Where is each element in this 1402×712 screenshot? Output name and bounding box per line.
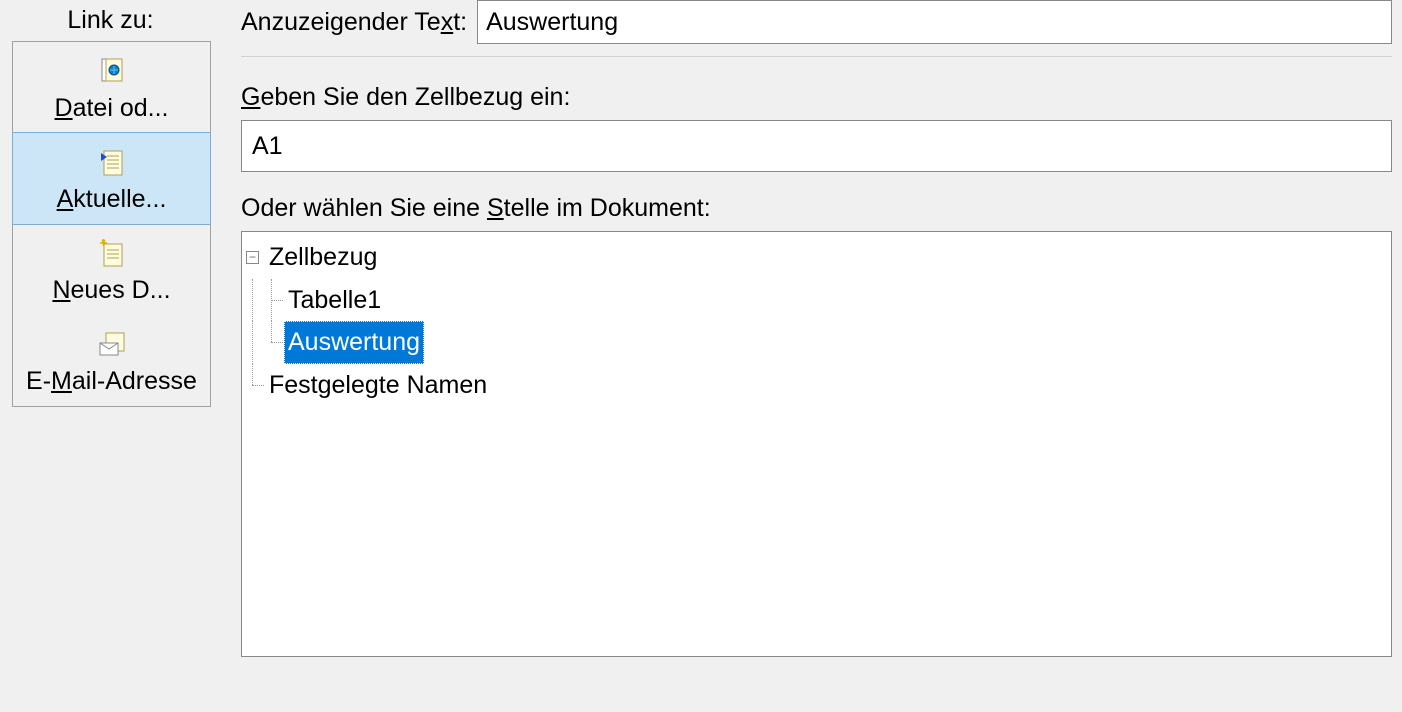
tree-collapse-icon[interactable]: − xyxy=(246,251,259,264)
tree-child-label[interactable]: Auswertung xyxy=(284,321,424,364)
tree-child-label[interactable]: Tabelle1 xyxy=(284,279,385,322)
select-place-label: Oder wählen Sie eine Stelle im Dokument: xyxy=(241,194,1392,223)
tree-child-node[interactable]: Tabelle1 xyxy=(246,279,1387,322)
current-document-icon xyxy=(96,147,128,179)
sidebar-title: Link zu: xyxy=(0,2,221,41)
display-text-label: Anzuzeigender Text: xyxy=(241,8,467,37)
document-place-tree[interactable]: − Zellbezug Tabelle1 Auswertung Festgele… xyxy=(241,231,1392,657)
tree-sibling-label[interactable]: Festgelegte Namen xyxy=(265,364,491,407)
sidebar-item-file-or-webpage[interactable]: Datei od... xyxy=(13,42,210,133)
new-document-icon xyxy=(96,238,128,270)
file-webpage-icon xyxy=(96,56,128,88)
cell-reference-input[interactable] xyxy=(241,120,1392,172)
cell-reference-label: Geben Sie den Zellbezug ein: xyxy=(241,83,1392,112)
sidebar-item-label: Datei od... xyxy=(55,94,169,123)
display-text-input[interactable] xyxy=(477,0,1392,44)
sidebar-item-current-document[interactable]: Aktuelle... xyxy=(12,132,211,225)
sidebar-item-label: Neues D... xyxy=(52,276,170,305)
sidebar-item-label: E-Mail-Adresse xyxy=(26,367,197,396)
tree-child-node[interactable]: Auswertung xyxy=(246,321,1387,364)
tree-root-label[interactable]: Zellbezug xyxy=(265,236,381,279)
sidebar-item-label: Aktuelle... xyxy=(57,185,167,214)
sidebar-item-new-document[interactable]: Neues D... xyxy=(13,224,210,315)
sidebar-item-email-address[interactable]: E-Mail-Adresse xyxy=(13,315,210,406)
link-to-sidebar: Datei od... Aktuelle... xyxy=(12,41,211,407)
tree-sibling-node[interactable]: Festgelegte Namen xyxy=(246,364,1387,407)
tree-root-node[interactable]: − Zellbezug xyxy=(246,236,1387,279)
divider xyxy=(241,56,1392,57)
email-icon xyxy=(96,329,128,361)
